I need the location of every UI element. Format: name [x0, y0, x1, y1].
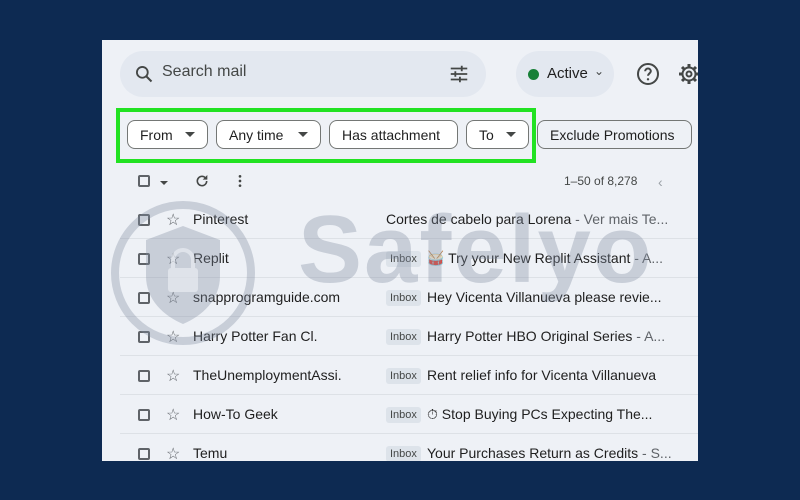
email-snippet: - A... [632, 328, 666, 344]
inbox-label-badge: Inbox [386, 290, 421, 306]
email-sender: snapprogramguide.com [193, 289, 341, 305]
email-snippet: - Ver mais Te... [571, 211, 669, 227]
chevron-down-icon: ⌄ [594, 64, 605, 78]
row-checkbox[interactable] [138, 253, 150, 265]
search-icon [136, 66, 153, 83]
filter-from-label: From [140, 126, 173, 143]
status-dot [528, 69, 539, 80]
filter-any-time-chip[interactable]: Any time [216, 120, 321, 149]
email-sender: TheUnemploymentAssi. [193, 367, 342, 383]
email-snippet: - S... [638, 445, 672, 461]
row-checkbox[interactable] [138, 448, 150, 460]
row-checkbox[interactable] [138, 409, 150, 421]
inbox-label-badge: Inbox [386, 329, 421, 345]
email-sender: Harry Potter Fan Cl. [193, 328, 318, 344]
inbox-label-badge: Inbox [386, 446, 421, 461]
email-row[interactable]: ☆ Replit Inbox 🥁 Try your New Replit Ass… [120, 240, 698, 278]
email-subject: ⏱ Stop Buying PCs Expecting The... [427, 406, 653, 422]
chevron-down-icon [298, 132, 308, 137]
previous-page-icon[interactable]: ‹ [658, 174, 663, 190]
select-all-checkbox[interactable] [138, 175, 150, 187]
filter-exclude-promotions-chip[interactable]: Exclude Promotions [537, 120, 692, 149]
email-row[interactable]: ☆ Temu Inbox Your Purchases Return as Cr… [120, 435, 698, 461]
filter-has-attachment-chip[interactable]: Has attachment [329, 120, 458, 149]
chevron-down-icon [506, 132, 516, 137]
star-icon[interactable]: ☆ [166, 444, 180, 461]
star-icon[interactable]: ☆ [166, 366, 180, 386]
pagination-range: 1–50 of 8,278 [564, 174, 638, 188]
filter-to-chip[interactable]: To [466, 120, 529, 149]
star-icon[interactable]: ☆ [166, 288, 180, 308]
row-checkbox[interactable] [138, 214, 150, 226]
inbox-label-badge: Inbox [386, 368, 421, 384]
star-icon[interactable]: ☆ [166, 405, 180, 425]
email-subject: Harry Potter HBO Original Series - A... [427, 328, 666, 344]
filter-to-label: To [479, 126, 494, 143]
inbox-label-badge: Inbox [386, 251, 421, 267]
email-row[interactable]: ☆ How-To Geek Inbox ⏱ Stop Buying PCs Ex… [120, 396, 698, 434]
status-label: Active [547, 65, 588, 82]
email-sender: How-To Geek [193, 406, 278, 422]
email-subject: Cortes de cabelo para Lorena - Ver mais … [386, 211, 669, 227]
email-subject: Rent relief info for Vicenta Villanueva [427, 367, 657, 383]
email-sender: Temu [193, 445, 228, 461]
gear-icon[interactable] [677, 62, 698, 86]
email-subject: 🥁 Try your New Replit Assistant - A... [427, 250, 664, 266]
more-options-icon[interactable] [236, 173, 244, 189]
search-placeholder[interactable]: Search mail [162, 63, 246, 81]
email-row[interactable]: ☆ TheUnemploymentAssi. Inbox Rent relief… [120, 357, 698, 395]
email-subject: Hey Vicenta Villanueva please revie... [427, 289, 662, 305]
star-icon[interactable]: ☆ [166, 249, 180, 269]
inbox-label-badge: Inbox [386, 407, 421, 423]
search-bar[interactable]: Search mail [120, 51, 486, 97]
row-checkbox[interactable] [138, 331, 150, 343]
search-options-icon[interactable] [448, 63, 470, 85]
filter-from-chip[interactable]: From [127, 120, 208, 149]
refresh-icon[interactable] [194, 173, 210, 189]
filter-has-attachment-label: Has attachment [342, 126, 441, 143]
status-selector[interactable]: Active ⌄ [516, 51, 614, 97]
email-snippet: - A... [630, 250, 664, 266]
filter-any-time-label: Any time [229, 126, 284, 143]
email-row[interactable]: ☆ Pinterest Cortes de cabelo para Lorena… [120, 201, 698, 239]
row-checkbox[interactable] [138, 370, 150, 382]
star-icon[interactable]: ☆ [166, 327, 180, 347]
email-sender: Pinterest [193, 211, 249, 227]
chevron-down-icon [185, 132, 195, 137]
email-row[interactable]: ☆ Harry Potter Fan Cl. Inbox Harry Potte… [120, 318, 698, 356]
email-subject: Your Purchases Return as Credits - S... [427, 445, 672, 461]
row-checkbox[interactable] [138, 292, 150, 304]
filter-exclude-promotions-label: Exclude Promotions [550, 126, 675, 143]
gmail-window: Search mail Active ⌄ From Any time Has a… [102, 40, 698, 461]
email-sender: Replit [193, 250, 229, 266]
email-row[interactable]: ☆ snapprogramguide.com Inbox Hey Vicenta… [120, 279, 698, 317]
help-icon[interactable] [636, 62, 660, 86]
star-icon[interactable]: ☆ [166, 210, 180, 230]
select-menu-caret-icon[interactable] [160, 181, 168, 185]
